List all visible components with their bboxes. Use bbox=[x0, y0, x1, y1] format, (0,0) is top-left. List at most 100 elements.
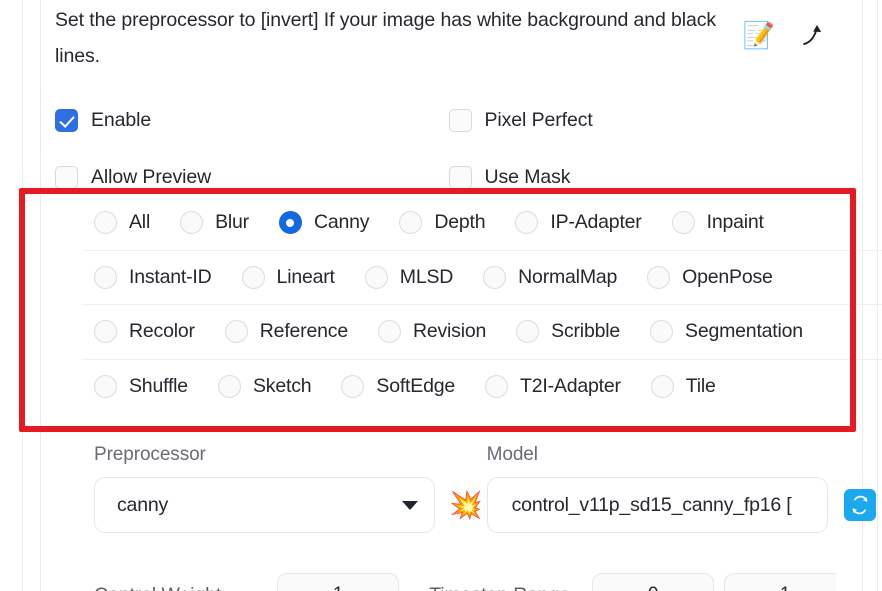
timestep-start-value[interactable]: 0 bbox=[592, 573, 715, 591]
radio-dot[interactable] bbox=[650, 375, 674, 399]
radio-label: Blur bbox=[215, 211, 249, 234]
checkbox-use-mask[interactable]: Use Mask bbox=[448, 166, 843, 189]
preprocessor-hint-text: Set the preprocessor to [invert] If your… bbox=[55, 9, 717, 67]
radio-dot[interactable] bbox=[341, 375, 365, 399]
radio-dot[interactable] bbox=[647, 265, 671, 289]
radio-openpose[interactable]: OpenPose bbox=[647, 265, 777, 289]
radio-canny[interactable]: Canny bbox=[278, 211, 373, 235]
timestep-range-label: Timestep Range bbox=[429, 584, 570, 591]
radio-dot[interactable] bbox=[217, 375, 241, 399]
radio-tile[interactable]: Tile bbox=[650, 375, 720, 399]
radio-normalmap[interactable]: NormalMap bbox=[483, 265, 621, 289]
control-type-row: Shuffle Sketch SoftEdge T2I-Adapter Tile bbox=[82, 360, 882, 415]
controlnet-panel-screen: Set the preprocessor to [invert] If your… bbox=[0, 0, 882, 591]
radio-scribble[interactable]: Scribble bbox=[516, 320, 624, 344]
preprocessor-model-section: Preprocessor canny 💥 Model control_v11p_… bbox=[94, 444, 876, 533]
panel-frame-line-outer-left bbox=[22, 0, 23, 591]
checkbox-pixel-perfect-label: Pixel Perfect bbox=[484, 109, 593, 131]
radio-label: OpenPose bbox=[682, 265, 773, 288]
radio-instant-id[interactable]: Instant-ID bbox=[94, 265, 216, 289]
radio-dot[interactable] bbox=[278, 211, 302, 235]
checkbox-pixel-perfect-box[interactable] bbox=[448, 109, 472, 132]
radio-all[interactable]: All bbox=[94, 211, 154, 235]
radio-dot[interactable] bbox=[671, 211, 695, 235]
radio-dot[interactable] bbox=[650, 320, 674, 344]
controlnet-unit-panel: Set the preprocessor to [invert] If your… bbox=[41, 0, 882, 591]
checkbox-pixel-perfect[interactable]: Pixel Perfect bbox=[448, 109, 843, 132]
checkbox-enable-box[interactable] bbox=[55, 109, 78, 132]
radio-dot[interactable] bbox=[94, 320, 117, 344]
radio-blur[interactable]: Blur bbox=[180, 211, 253, 235]
checkbox-use-mask-label: Use Mask bbox=[484, 166, 571, 188]
radio-label: IP-Adapter bbox=[550, 211, 642, 234]
options-checkbox-grid: Enable Pixel Perfect Allow Preview Use M… bbox=[55, 92, 842, 206]
checkbox-use-mask-box[interactable] bbox=[448, 166, 472, 189]
radio-ip-adapter[interactable]: IP-Adapter bbox=[515, 211, 645, 235]
checkbox-enable-label: Enable bbox=[91, 109, 152, 131]
control-type-row: Instant-ID Lineart MLSD NormalMap OpenPose bbox=[82, 251, 882, 305]
checkbox-enable[interactable]: Enable bbox=[55, 109, 449, 132]
radio-dot[interactable] bbox=[94, 211, 117, 235]
preprocessor-caption: Preprocessor bbox=[94, 444, 206, 465]
radio-softedge[interactable]: SoftEdge bbox=[341, 375, 459, 399]
control-weight-row: Control Weight 1 Timestep Range 0 1 bbox=[94, 572, 836, 591]
model-dropdown[interactable]: control_v11p_sd15_canny_fp16 [ bbox=[486, 477, 828, 533]
radio-label: SoftEdge bbox=[376, 375, 456, 398]
model-caption: Model bbox=[486, 444, 538, 465]
radio-recolor[interactable]: Recolor bbox=[94, 320, 199, 344]
checkbox-allow-preview-box[interactable] bbox=[55, 166, 78, 189]
radio-label: Reference bbox=[259, 320, 348, 343]
preprocessor-column: Preprocessor canny 💥 bbox=[94, 444, 487, 533]
radio-label: Shuffle bbox=[129, 375, 188, 398]
edit-memo-icon[interactable]: 📝 bbox=[732, 8, 786, 62]
radio-dot[interactable] bbox=[483, 265, 507, 289]
radio-label: Recolor bbox=[129, 320, 195, 343]
radio-label: T2I-Adapter bbox=[520, 375, 621, 398]
radio-dot[interactable] bbox=[180, 211, 204, 235]
radio-label: Segmentation bbox=[685, 320, 803, 343]
radio-dot[interactable] bbox=[399, 211, 423, 235]
chevron-down-icon[interactable] bbox=[402, 500, 418, 510]
radio-label: Canny bbox=[313, 211, 370, 234]
radio-dot[interactable] bbox=[516, 320, 540, 344]
radio-label: Revision bbox=[412, 320, 487, 343]
curved-up-arrow-icon[interactable] bbox=[786, 8, 840, 62]
radio-inpaint[interactable]: Inpaint bbox=[671, 211, 768, 235]
control-weight-value[interactable]: 1 bbox=[277, 573, 400, 591]
radio-segmentation[interactable]: Segmentation bbox=[650, 320, 807, 344]
radio-dot[interactable] bbox=[377, 320, 401, 344]
radio-dot[interactable] bbox=[94, 265, 117, 289]
radio-dot[interactable] bbox=[515, 211, 539, 235]
radio-reference[interactable]: Reference bbox=[224, 320, 352, 344]
radio-dot[interactable] bbox=[364, 265, 388, 289]
radio-label: All bbox=[129, 211, 151, 234]
radio-dot[interactable] bbox=[485, 375, 509, 399]
radio-dot[interactable] bbox=[224, 320, 248, 344]
control-weight-label: Control Weight bbox=[94, 584, 221, 591]
radio-dot[interactable] bbox=[94, 375, 117, 399]
control-type-radio-group[interactable]: All Blur Canny Depth IP-Adapter Inpaint Instan… bbox=[82, 196, 882, 414]
control-type-row: Recolor Reference Revision Scribble Segmenta… bbox=[82, 305, 882, 360]
timestep-end-value[interactable]: 1 bbox=[724, 573, 836, 591]
radio-lineart[interactable]: Lineart bbox=[241, 265, 339, 289]
edit-memo-glyph: 📝 bbox=[742, 20, 776, 50]
radio-revision[interactable]: Revision bbox=[377, 320, 490, 344]
radio-label: Sketch bbox=[252, 375, 312, 398]
radio-label: Lineart bbox=[276, 265, 335, 288]
radio-dot[interactable] bbox=[241, 265, 265, 289]
radio-sketch[interactable]: Sketch bbox=[217, 375, 315, 399]
refresh-icon[interactable] bbox=[843, 489, 876, 521]
radio-t2i-adapter[interactable]: T2I-Adapter bbox=[485, 375, 625, 399]
radio-mlsd[interactable]: MLSD bbox=[364, 265, 457, 289]
checkbox-allow-preview[interactable]: Allow Preview bbox=[55, 166, 449, 189]
radio-depth[interactable]: Depth bbox=[399, 211, 489, 235]
radio-label: Instant-ID bbox=[129, 265, 212, 288]
preprocessor-dropdown[interactable]: canny bbox=[94, 477, 435, 533]
checkbox-allow-preview-label: Allow Preview bbox=[91, 166, 212, 188]
radio-shuffle[interactable]: Shuffle bbox=[94, 375, 192, 399]
checkbox-row: Enable Pixel Perfect bbox=[55, 92, 842, 149]
model-value: control_v11p_sd15_canny_fp16 [ bbox=[511, 493, 792, 516]
radio-label: Tile bbox=[685, 375, 716, 398]
run-preprocessor-button[interactable]: 💥 bbox=[449, 491, 483, 519]
header-icon-group: 📝 bbox=[732, 8, 840, 62]
